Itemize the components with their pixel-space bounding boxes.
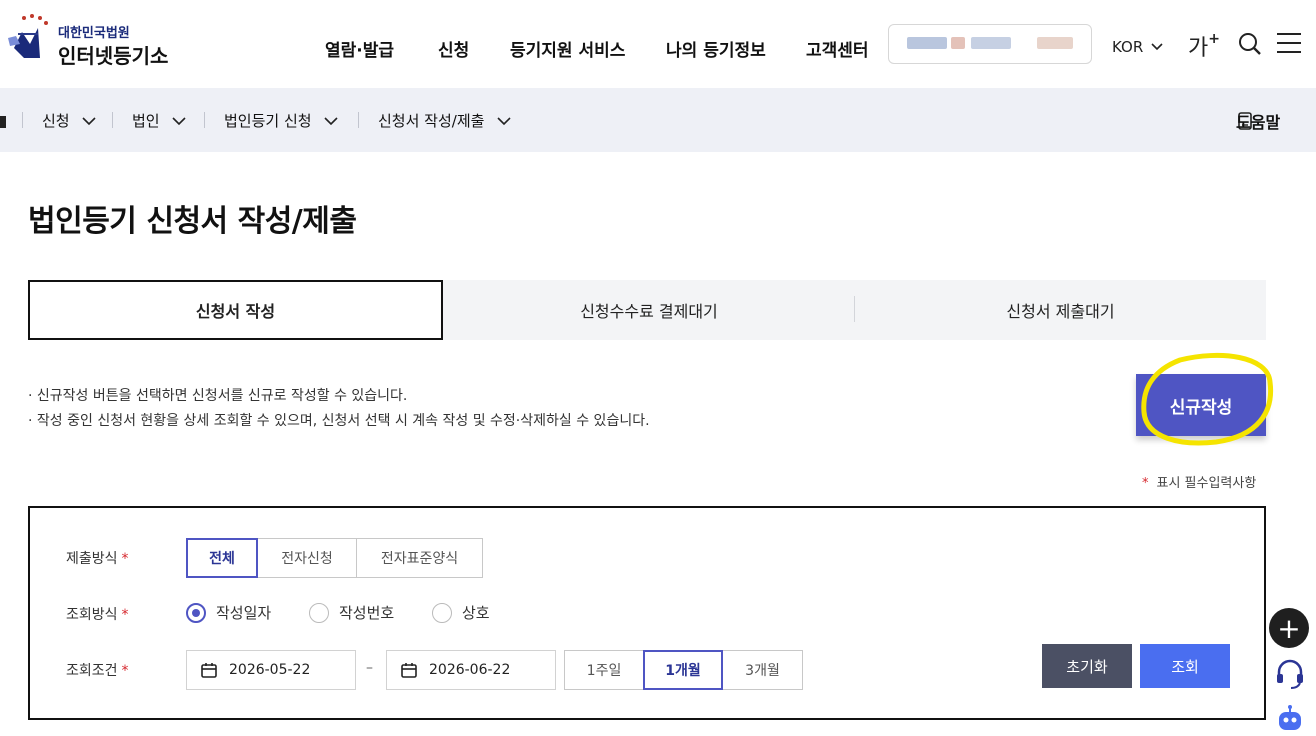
redacted-text	[951, 37, 965, 49]
site-logo[interactable]: 대한민국법원 인터넷등기소	[0, 12, 190, 72]
font-size-label: 가	[1188, 36, 1209, 61]
redacted-text	[907, 37, 947, 49]
label-query-condition: 조회조건 *	[66, 663, 129, 679]
nav-item-my-registry[interactable]: 나의 등기정보	[666, 36, 766, 61]
language-label: KOR	[1112, 38, 1144, 56]
submit-method-electronic[interactable]: 전자신청	[257, 538, 357, 578]
tab-submission-pending[interactable]: 신청서 제출대기	[855, 280, 1266, 340]
reset-button[interactable]: 초기화	[1042, 644, 1132, 688]
end-date-field[interactable]: 2026-06-22	[386, 650, 556, 690]
nav-item-registry-support[interactable]: 등기지원 서비스	[510, 36, 625, 61]
new-application-button[interactable]: 신규작성	[1136, 374, 1266, 436]
redacted-text	[1037, 37, 1073, 49]
site-header: 대한민국법원 인터넷등기소 열람·발급 신청 등기지원 서비스 나의 등기정보 …	[0, 0, 1316, 88]
radio-company-name[interactable]: 상호	[432, 602, 490, 623]
breadcrumb-label: 법인등기 신청	[224, 112, 312, 130]
period-3-months[interactable]: 3개월	[722, 650, 803, 690]
start-date-field[interactable]: 2026-05-22	[186, 650, 356, 690]
search-button[interactable]: 조회	[1140, 644, 1230, 688]
period-1-month[interactable]: 1개월	[643, 650, 723, 690]
required-star: *	[121, 663, 129, 679]
tab-application-write[interactable]: 신청서 작성	[28, 280, 443, 340]
nav-item-apply[interactable]: 신청	[438, 36, 469, 61]
required-note: * 표시 필수입력사항	[1142, 472, 1256, 491]
breadcrumb-divider	[112, 112, 113, 128]
required-star: *	[121, 607, 129, 623]
chevron-down-icon	[497, 117, 511, 126]
radio-write-number[interactable]: 작성번호	[309, 602, 394, 623]
required-note-text: 표시 필수입력사항	[1156, 476, 1257, 491]
menu-icon[interactable]	[1276, 32, 1302, 54]
breadcrumb-item-corp-registry[interactable]: 법인등기 신청	[224, 110, 338, 131]
plus-icon[interactable]: +	[1269, 608, 1309, 648]
home-icon[interactable]	[0, 112, 6, 128]
breadcrumb-item-application-form[interactable]: 신청서 작성/제출	[378, 110, 511, 131]
radio-button[interactable]	[309, 602, 329, 623]
guide-text-1: · 신규작성 버튼을 선택하면 신청서를 신규로 작성할 수 있습니다.	[28, 388, 408, 404]
breadcrumb-label: 신청서 작성/제출	[378, 112, 485, 130]
breadcrumb-item-apply[interactable]: 신청	[42, 110, 96, 131]
help-button[interactable]: 도움말	[1236, 109, 1280, 133]
breadcrumb-label: 법인	[132, 112, 160, 130]
breadcrumb-label: 신청	[42, 112, 70, 130]
user-info-box[interactable]	[888, 24, 1092, 64]
chevron-down-icon	[324, 117, 338, 126]
start-date-value: 2026-05-22	[229, 662, 311, 678]
redacted-text	[971, 37, 1011, 49]
submit-method-standard-form[interactable]: 전자표준양식	[356, 538, 483, 578]
language-select[interactable]: KOR	[1112, 38, 1163, 56]
guide-text-2: · 작성 중인 신청서 현황을 상세 조회할 수 있으며, 신청서 선택 시 계…	[28, 413, 650, 429]
chatbot-icon[interactable]	[1274, 704, 1306, 736]
page-title: 법인등기 신청서 작성/제출	[28, 204, 357, 239]
nav-item-customer-center[interactable]: 고객센터	[806, 36, 869, 61]
end-date-value: 2026-06-22	[429, 662, 511, 678]
logo-subtitle: 대한민국법원	[58, 26, 130, 41]
nav-item-view-issue[interactable]: 열람·발급	[325, 36, 394, 61]
font-size-plus: +	[1208, 30, 1220, 47]
chevron-down-icon	[1151, 43, 1163, 51]
radio-label: 작성번호	[339, 604, 395, 622]
chevron-down-icon	[82, 117, 96, 126]
date-range-separator: –	[366, 660, 373, 676]
label-query-method: 조회방식 *	[66, 607, 129, 623]
headset-icon[interactable]	[1274, 658, 1306, 690]
court-emblem-icon	[8, 14, 48, 58]
period-1-week[interactable]: 1주일	[564, 650, 644, 690]
font-size-button[interactable]: 가+	[1188, 30, 1220, 62]
breadcrumb: 신청 법인 법인등기 신청 신청서 작성/제출 도움말	[0, 88, 1316, 152]
tab-bar: 신청서 작성 신청수수료 결제대기 신청서 제출대기	[28, 280, 1266, 340]
radio-label: 작성일자	[216, 604, 272, 622]
breadcrumb-divider	[204, 112, 205, 128]
submit-method-all[interactable]: 전체	[186, 538, 258, 578]
radio-label: 상호	[462, 604, 490, 622]
search-form: 제출방식 * 전체 전자신청 전자표준양식 조회방식 * 작성일자 작성번호 상호 …	[28, 506, 1266, 720]
calendar-icon[interactable]	[401, 662, 417, 678]
radio-button-checked[interactable]	[186, 602, 206, 623]
logo-title: 인터넷등기소	[58, 44, 169, 68]
breadcrumb-divider	[22, 112, 23, 128]
breadcrumb-divider	[358, 112, 359, 128]
chevron-down-icon	[172, 117, 186, 126]
required-star: *	[1142, 476, 1149, 491]
radio-write-date[interactable]: 작성일자	[186, 602, 271, 623]
radio-button[interactable]	[432, 602, 452, 623]
breadcrumb-item-corporation[interactable]: 법인	[132, 110, 186, 131]
search-icon[interactable]	[1238, 32, 1262, 56]
tab-fee-payment-pending[interactable]: 신청수수료 결제대기	[443, 280, 855, 340]
calendar-icon[interactable]	[201, 662, 217, 678]
required-star: *	[121, 551, 129, 567]
label-submit-method: 제출방식 *	[66, 551, 129, 567]
